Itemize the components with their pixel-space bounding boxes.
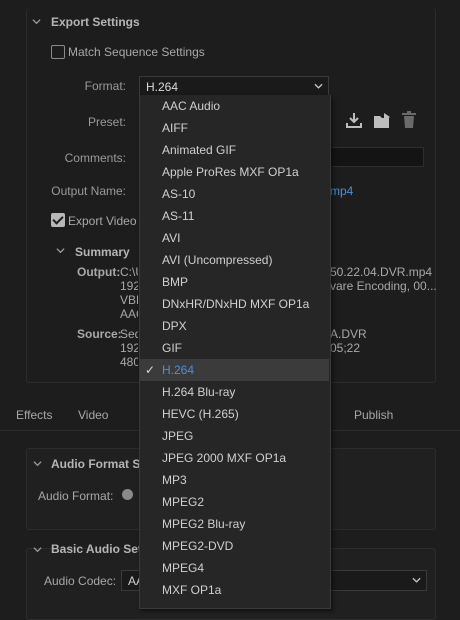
import-preset-icon[interactable] [345, 112, 363, 129]
format-menu-item[interactable]: Apple ProRes MXF OP1a [140, 161, 329, 183]
format-menu-item-label: MPEG2 Blu-ray [162, 517, 246, 531]
chevron-down-icon [314, 83, 323, 89]
format-menu-item-label: BMP [162, 275, 189, 289]
comments-label: Comments: [64, 151, 126, 165]
output-name-label: Output Name: [51, 184, 126, 198]
format-menu-item[interactable]: MPEG4 [140, 557, 329, 579]
comments-input[interactable] [326, 147, 424, 167]
format-menu-item-label: GIF [162, 341, 182, 355]
output-summary-line: VBF [120, 293, 138, 307]
tab-publish[interactable]: Publish [354, 408, 393, 422]
format-menu-item[interactable]: GIF [140, 337, 329, 359]
format-menu-item-label: AIFF [162, 121, 188, 135]
format-menu-item[interactable]: AVI [140, 227, 329, 249]
format-menu-item-label: DPX [162, 319, 187, 333]
preset-label: Preset: [87, 115, 126, 129]
format-menu-item[interactable]: DNxHR/DNxHD MXF OP1a [140, 293, 329, 315]
format-menu-item[interactable]: Animated GIF [140, 139, 329, 161]
export-settings-title: Export Settings [51, 15, 140, 29]
format-menu-item[interactable]: HEVC (H.265) [140, 403, 329, 425]
format-menu-item[interactable]: H.264 Blu-ray [140, 381, 329, 403]
export-video-label: Export Video [68, 214, 137, 228]
output-summary-right: vare Encoding, 00... [330, 279, 437, 293]
match-sequence-checkbox[interactable] [51, 45, 65, 59]
format-menu-item-label: JPEG 2000 MXF OP1a [162, 451, 287, 465]
delete-preset-icon[interactable] [401, 111, 417, 129]
format-menu-item[interactable]: AS-11 [140, 205, 329, 227]
format-menu-item[interactable]: ✓ H.264 [140, 359, 329, 381]
export-video-checkbox[interactable] [51, 213, 65, 227]
chevron-down-icon[interactable] [32, 17, 41, 26]
format-menu-item-label: H.264 [162, 363, 195, 377]
format-menu-item[interactable]: MPEG2 Blu-ray [140, 513, 329, 535]
source-summary-line: 480 [120, 355, 138, 369]
tab-effects[interactable]: Effects [16, 408, 52, 422]
source-summary-line: Seq [120, 327, 138, 341]
audio-codec-label: Audio Codec: [44, 574, 117, 588]
format-dropdown[interactable]: H.264 [139, 76, 329, 97]
format-menu-item-label: MPEG2 [162, 495, 205, 509]
format-menu-item-label: AVI (Uncompressed) [162, 253, 273, 267]
format-menu-item[interactable]: AVI (Uncompressed) [140, 249, 329, 271]
format-menu-item-label: Animated GIF [162, 143, 237, 157]
summary-title: Summary [75, 245, 130, 259]
audio-format-radio[interactable] [122, 489, 133, 500]
format-menu-item[interactable]: MXF OP1a [140, 579, 329, 601]
chevron-down-icon[interactable] [33, 545, 42, 554]
format-menu-item-label: MXF OP1a [162, 583, 222, 597]
format-menu-item-label: Apple ProRes MXF OP1a [162, 165, 299, 179]
output-summary-label: Output: [77, 265, 121, 279]
format-menu-item-label: MPEG2-DVD [162, 539, 234, 553]
format-menu-item[interactable]: MP3 [140, 469, 329, 491]
output-summary-line: C:\U [120, 265, 138, 279]
format-menu-item[interactable]: MPEG2 [140, 491, 329, 513]
source-summary-line: 192 [120, 341, 138, 355]
tab-video[interactable]: Video [78, 408, 108, 422]
format-menu-item-label: AS-11 [162, 209, 195, 223]
format-menu-item[interactable]: AAC Audio [140, 95, 329, 117]
output-summary-right: 50.22.04.DVR.mp4 [330, 265, 433, 279]
chevron-down-icon[interactable] [33, 459, 42, 468]
match-sequence-label: Match Sequence Settings [68, 45, 205, 59]
source-summary-right: 05;22 [330, 341, 361, 355]
format-menu-item-label: MP3 [162, 473, 187, 487]
format-menu: AAC Audio AIFF Animated GIF Apple ProRes MX… [139, 95, 331, 609]
format-menu-item-label: AS-10 [162, 187, 196, 201]
format-menu-item[interactable]: DPX [140, 315, 329, 337]
format-label: Format: [84, 79, 126, 93]
chevron-down-icon [412, 577, 421, 583]
format-menu-item-label: JPEG [162, 429, 194, 443]
format-menu-item[interactable]: BMP [140, 271, 329, 293]
format-menu-item[interactable]: AS-10 [140, 183, 329, 205]
format-menu-item[interactable]: MPEG2-DVD [140, 535, 329, 557]
source-summary-label: Source: [77, 327, 122, 341]
format-menu-item[interactable]: AIFF [140, 117, 329, 139]
output-summary-line: AAC [120, 307, 138, 321]
format-menu-item-label: H.264 Blu-ray [162, 385, 236, 399]
output-name-link[interactable]: mp4 [330, 184, 353, 198]
format-menu-item-label: MPEG4 [162, 561, 205, 575]
format-menu-item[interactable]: JPEG [140, 425, 329, 447]
checkmark-icon: ✓ [145, 363, 156, 377]
format-menu-item-label: AVI [162, 231, 181, 245]
format-value: H.264 [146, 80, 179, 94]
basic-audio-title: Basic Audio Setti [51, 542, 150, 556]
audio-format-label: Audio Format: [38, 489, 114, 503]
chevron-down-icon[interactable] [56, 246, 65, 255]
save-preset-icon[interactable] [373, 112, 393, 129]
output-summary-line: 192 [120, 279, 138, 293]
audio-format-title: Audio Format Se [51, 457, 148, 471]
format-menu-item[interactable]: JPEG 2000 MXF OP1a [140, 447, 329, 469]
format-menu-item-label: HEVC (H.265) [162, 407, 239, 421]
format-menu-item-label: AAC Audio [162, 99, 221, 113]
source-summary-right: A.DVR [330, 327, 367, 341]
format-menu-item-label: DNxHR/DNxHD MXF OP1a [162, 297, 310, 311]
